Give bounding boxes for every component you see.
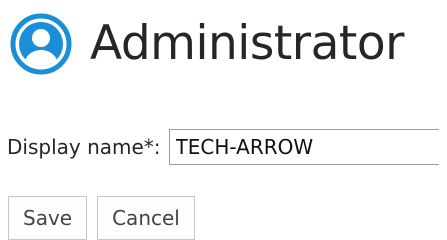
display-name-row: Display name*: <box>7 127 439 167</box>
user-avatar-icon <box>10 13 72 75</box>
cancel-button[interactable]: Cancel <box>97 196 195 240</box>
display-name-input[interactable] <box>168 129 439 165</box>
form-actions: Save Cancel <box>8 196 195 240</box>
page-header: Administrator <box>10 13 404 75</box>
display-name-label: Display name*: <box>7 135 161 159</box>
page-title: Administrator <box>90 16 404 71</box>
save-button[interactable]: Save <box>8 196 88 240</box>
page: Administrator Display name*: Save Cancel <box>0 0 447 240</box>
